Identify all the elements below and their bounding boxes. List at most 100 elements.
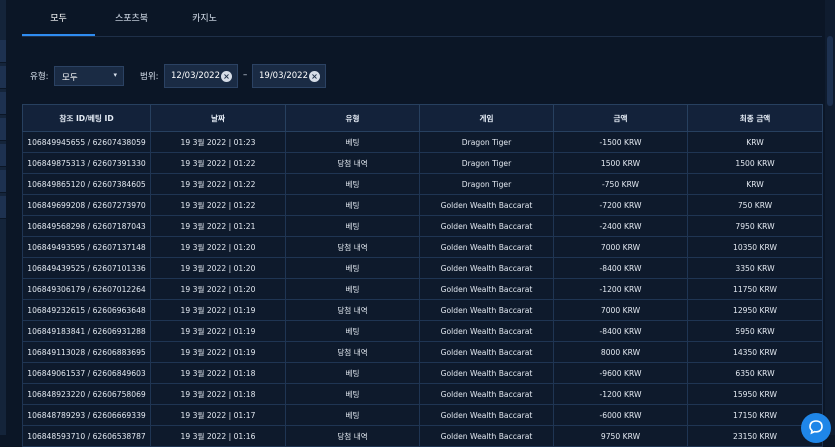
table-cell: -7200 KRW [553, 194, 688, 216]
table-row: 106849113028 / 62606883695 19 3월 2022 | 0… [22, 341, 823, 363]
table-cell: 750 KRW [687, 194, 823, 216]
table-cell: Golden Wealth Baccarat [419, 299, 554, 321]
table-cell: 베팅 [285, 257, 420, 279]
transactions-table: 참조 ID/베팅 ID 날짜 유형 게임 금액 최종 금액 106849945655 / … [22, 104, 823, 447]
rail-segment [0, 144, 6, 167]
table-row: 106848923220 / 62606758069 19 3월 2022 | 0… [22, 383, 823, 405]
chat-icon [809, 420, 823, 435]
table-cell: 19 3월 2022 | 01:22 [150, 152, 286, 174]
table-cell: 106848789293 / 62606669339 [22, 404, 151, 426]
table-cell: 베팅 [285, 278, 420, 300]
range-label: 범위: [140, 72, 159, 82]
table-cell: 106849183841 / 62606931288 [22, 320, 151, 342]
column-header: 날짜 [150, 104, 286, 132]
scrollbar-thumb[interactable] [827, 36, 833, 106]
table-cell: 106848923220 / 62606758069 [22, 383, 151, 405]
table-cell: 19 3월 2022 | 01:18 [150, 362, 286, 384]
table-cell: 7000 KRW [553, 299, 688, 321]
tab-sportsbook[interactable]: 스포츠북 [95, 8, 168, 34]
table-cell: 베팅 [285, 383, 420, 405]
range-separator: – [243, 70, 248, 80]
table-row: 106849699208 / 62607273970 19 3월 2022 | 0… [22, 194, 823, 216]
type-select[interactable]: 모두 ▾ [54, 66, 124, 86]
table-cell: Golden Wealth Baccarat [419, 404, 554, 426]
table-cell: 6350 KRW [687, 362, 823, 384]
table-cell: 베팅 [285, 194, 420, 216]
table-cell: -750 KRW [553, 173, 688, 195]
table-cell: 베팅 [285, 320, 420, 342]
rail-segment [0, 118, 6, 141]
table-cell: 19 3월 2022 | 01:19 [150, 320, 286, 342]
table-cell: 베팅 [285, 215, 420, 237]
table-cell: Golden Wealth Baccarat [419, 215, 554, 237]
rail-segment [0, 196, 6, 219]
table-cell: Golden Wealth Baccarat [419, 257, 554, 279]
clear-icon[interactable]: × [221, 71, 232, 82]
table-cell: 106849945655 / 62607438059 [22, 131, 151, 153]
date-to-field[interactable]: 19/03/2022 × [252, 64, 326, 88]
rail-segment [0, 92, 6, 115]
table-row: 106848789293 / 62606669339 19 3월 2022 | 0… [22, 404, 823, 426]
type-select-value: 모두 [62, 73, 78, 83]
table-cell: 베팅 [285, 131, 420, 153]
tab-bar: 모두 스포츠북 카지노 [22, 8, 822, 37]
left-rail [0, 0, 6, 435]
table-cell: 106849061537 / 62606849603 [22, 362, 151, 384]
table-cell: 106849699208 / 62607273970 [22, 194, 151, 216]
table-cell: 베팅 [285, 362, 420, 384]
table-cell: 3350 KRW [687, 257, 823, 279]
table-cell: -6000 KRW [553, 404, 688, 426]
table-cell: 19 3월 2022 | 01:20 [150, 236, 286, 258]
table-row: 106849875313 / 62607391330 19 3월 2022 | 0… [22, 152, 823, 174]
table-cell: -8400 KRW [553, 320, 688, 342]
table-row: 106849183841 / 62606931288 19 3월 2022 | 0… [22, 320, 823, 342]
table-cell: 19 3월 2022 | 01:17 [150, 404, 286, 426]
rail-segment [0, 40, 6, 63]
table-cell: 8000 KRW [553, 341, 688, 363]
table-row: 106849493595 / 62607137148 19 3월 2022 | 0… [22, 236, 823, 258]
table-cell: 106849875313 / 62607391330 [22, 152, 151, 174]
table-cell: 당첨 내역 [285, 152, 420, 174]
chat-button[interactable] [801, 413, 831, 443]
column-header: 금액 [553, 104, 688, 132]
table-cell: 7000 KRW [553, 236, 688, 258]
table-cell: -1200 KRW [553, 383, 688, 405]
table-row: 106849232615 / 62606963648 19 3월 2022 | 0… [22, 299, 823, 321]
table-cell: 19 3월 2022 | 01:20 [150, 257, 286, 279]
table-cell: 19 3월 2022 | 01:22 [150, 194, 286, 216]
table-cell: KRW [687, 131, 823, 153]
tab-casino[interactable]: 카지노 [168, 8, 241, 34]
transactions-table-container: 참조 ID/베팅 ID 날짜 유형 게임 금액 최종 금액 106849945655 / … [22, 104, 823, 447]
table-cell: Dragon Tiger [419, 173, 554, 195]
table-cell: Golden Wealth Baccarat [419, 383, 554, 405]
clear-icon[interactable]: × [309, 71, 320, 82]
table-cell: 19 3월 2022 | 01:16 [150, 425, 286, 447]
table-cell: 19 3월 2022 | 01:19 [150, 341, 286, 363]
chevron-down-icon: ▾ [113, 71, 117, 79]
column-header: 게임 [419, 104, 554, 132]
table-row: 106849439525 / 62607101336 19 3월 2022 | 0… [22, 257, 823, 279]
table-cell: 당첨 내역 [285, 425, 420, 447]
table-cell: 1500 KRW [687, 152, 823, 174]
table-cell: 19 3월 2022 | 01:19 [150, 299, 286, 321]
table-cell: 19 3월 2022 | 01:18 [150, 383, 286, 405]
column-header: 최종 금액 [687, 104, 823, 132]
scrollbar[interactable] [825, 0, 835, 435]
table-header-row: 참조 ID/베팅 ID 날짜 유형 게임 금액 최종 금액 [22, 104, 823, 132]
date-from-field[interactable]: 12/03/2022 × [164, 64, 238, 88]
table-cell: 12950 KRW [687, 299, 823, 321]
date-to-value: 19/03/2022 [259, 71, 308, 81]
table-cell: 1500 KRW [553, 152, 688, 174]
table-cell: -8400 KRW [553, 257, 688, 279]
table-cell: 당첨 내역 [285, 299, 420, 321]
table-cell: 106849568298 / 62607187043 [22, 215, 151, 237]
tab-all[interactable]: 모두 [22, 8, 95, 36]
table-row: 106848593710 / 62606538787 19 3월 2022 | 0… [22, 425, 823, 447]
type-label: 유형: [30, 72, 49, 82]
table-cell: Golden Wealth Baccarat [419, 194, 554, 216]
table-row: 106849568298 / 62607187043 19 3월 2022 | 0… [22, 215, 823, 237]
table-cell: 106849493595 / 62607137148 [22, 236, 151, 258]
table-cell: 106848593710 / 62606538787 [22, 425, 151, 447]
column-header: 유형 [285, 104, 420, 132]
table-cell: -2400 KRW [553, 215, 688, 237]
